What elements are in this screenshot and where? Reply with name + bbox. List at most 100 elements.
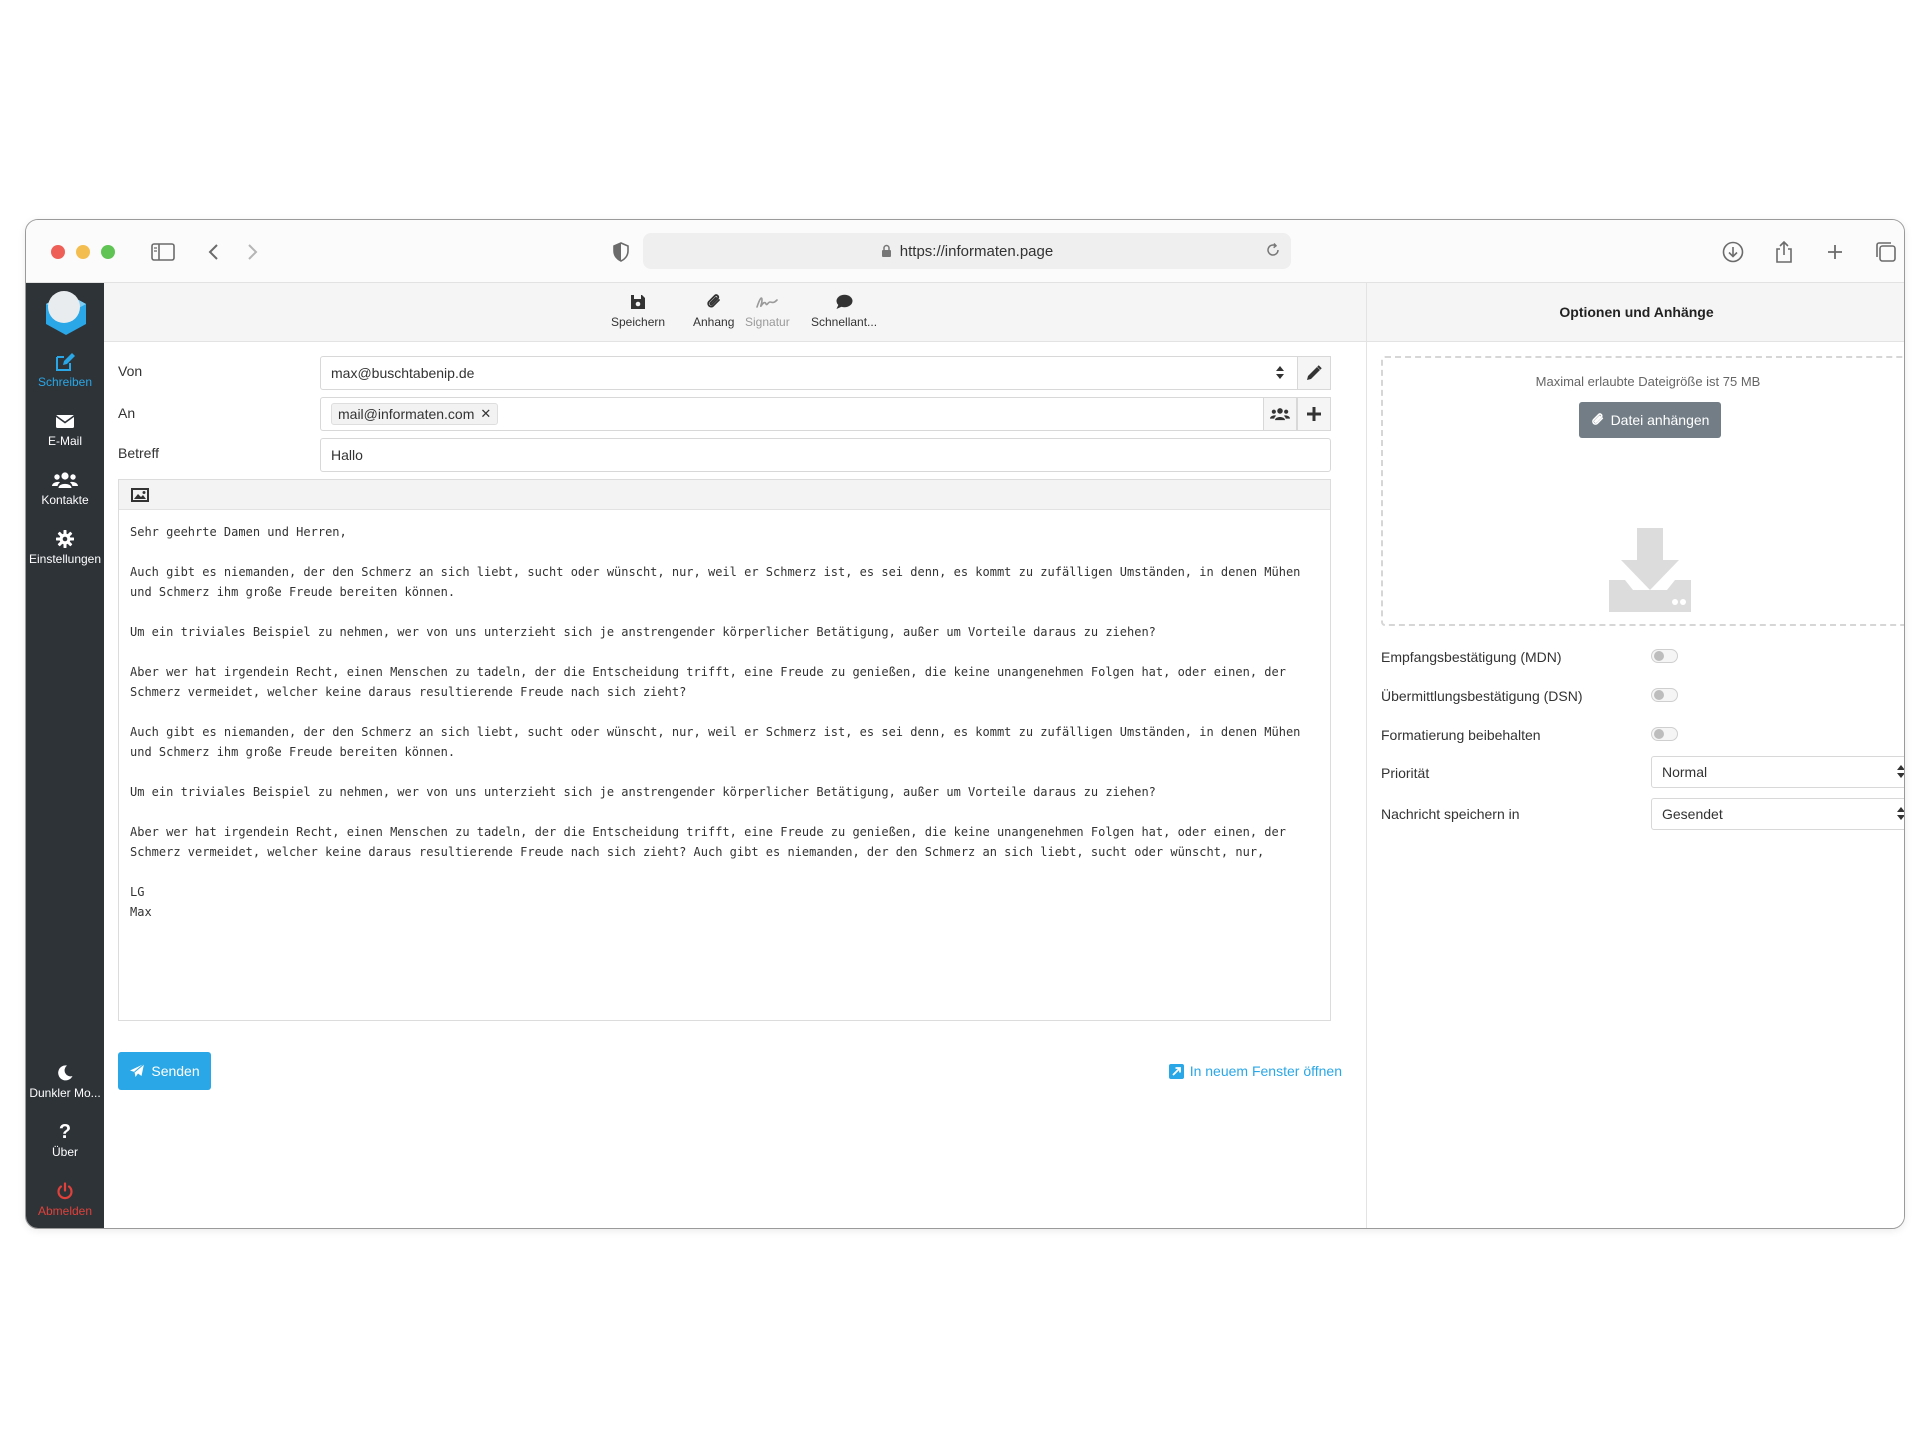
send-label: Senden [151, 1063, 200, 1079]
max-size-text: Maximal erlaubte Dateigröße ist 75 MB [1535, 374, 1761, 389]
recipient-chip[interactable]: mail@informaten.com ✕ [331, 403, 499, 425]
open-new-window-link[interactable]: In neuem Fenster öffnen [1168, 1063, 1342, 1079]
sidebar-item-dark-mode[interactable]: Dunkler Mo... [26, 1062, 104, 1118]
power-icon [56, 1180, 74, 1202]
body-paragraph: Sehr geehrte Damen und Herren, [130, 525, 347, 539]
compose-area: Speichern Anhang Signatur Schnellant... … [104, 283, 1366, 1228]
remove-recipient-icon[interactable]: ✕ [480, 406, 491, 422]
save-in-label: Nachricht speichern in [1381, 806, 1520, 822]
paperclip-icon [706, 291, 722, 313]
message-body[interactable]: Sehr geehrte Damen und Herren, Auch gibt… [119, 510, 1330, 934]
gear-icon [56, 528, 74, 550]
app-logo [40, 287, 92, 339]
toggle-knob [1654, 729, 1664, 739]
subject-value: Hallo [331, 447, 363, 463]
toggle-knob [1654, 690, 1664, 700]
body-paragraph: Aber wer hat irgendein Recht, einen Mens… [130, 825, 1286, 859]
from-value: max@buschtabenip.de [331, 365, 475, 381]
subject-label: Betreff [118, 445, 159, 461]
options-panel: Optionen und Anhänge Maximal erlaubte Da… [1366, 283, 1904, 1228]
attach-file-button[interactable]: Datei anhängen [1579, 402, 1721, 438]
pencil-icon [1306, 365, 1322, 381]
sidebar-item-label: Einstellungen [28, 552, 102, 566]
toggle-knob [1654, 651, 1664, 661]
sidebar-item-label: Kontakte [41, 493, 89, 507]
compose-toolbar: Speichern Anhang Signatur Schnellant... [104, 283, 1366, 342]
lock-icon [881, 244, 892, 258]
address-bar[interactable]: https://informaten.page [643, 233, 1291, 269]
download-arrow-icon [1607, 528, 1693, 619]
paperclip-icon [1591, 412, 1605, 428]
sidebar: Schreiben E-Mail Kontakte Einstellungen [26, 283, 104, 1228]
image-icon[interactable] [131, 487, 149, 502]
floppy-disk-icon [630, 291, 646, 313]
subject-input[interactable]: Hallo [320, 438, 1331, 472]
from-label: Von [118, 363, 143, 379]
share-icon[interactable] [1767, 235, 1801, 269]
attach-file-label: Datei anhängen [1610, 412, 1710, 428]
reload-icon[interactable] [1265, 242, 1281, 258]
sidebar-item-email[interactable]: E-Mail [26, 410, 104, 466]
save-button[interactable]: Speichern [611, 291, 665, 329]
message-editor[interactable]: Sehr geehrte Damen und Herren, Auch gibt… [118, 479, 1331, 1021]
body-closing: LG [130, 885, 145, 899]
sidebar-item-label: E-Mail [47, 434, 82, 448]
attachment-dropzone[interactable]: Maximal erlaubte Dateigröße ist 75 MB Da… [1381, 356, 1904, 626]
sidebar-item-label: Schreiben [37, 375, 93, 389]
body-paragraph: Auch gibt es niemanden, der den Schmerz … [130, 565, 1301, 599]
sidebar-item-einstellungen[interactable]: Einstellungen [26, 528, 104, 584]
minimize-window-button[interactable] [76, 245, 90, 259]
mdn-label: Empfangsbestätigung (MDN) [1381, 649, 1562, 665]
priority-value: Normal [1662, 764, 1708, 780]
close-window-button[interactable] [51, 245, 65, 259]
plus-icon [1307, 407, 1321, 421]
sidebar-item-logout[interactable]: Abmelden [26, 1180, 104, 1228]
signature-icon [756, 291, 779, 313]
compose-icon [54, 351, 76, 373]
speech-bubble-icon [835, 291, 853, 313]
shield-icon[interactable] [604, 235, 638, 269]
keep-format-toggle[interactable] [1651, 727, 1678, 741]
mdn-toggle[interactable] [1651, 649, 1678, 663]
dsn-toggle[interactable] [1651, 688, 1678, 702]
edit-sender-button[interactable] [1297, 356, 1331, 390]
browser-window: https://informaten.page Schreiben E-Mail… [25, 219, 1905, 1229]
sidebar-item-about[interactable]: ? Über [26, 1121, 104, 1177]
sidebar-toggle-icon[interactable] [146, 235, 180, 269]
from-select[interactable]: max@buschtabenip.de [320, 356, 1331, 390]
address-book-button[interactable] [1263, 397, 1297, 431]
attach-button[interactable]: Anhang [693, 291, 734, 329]
signature-button[interactable]: Signatur [745, 291, 790, 329]
select-arrows-icon [1897, 807, 1904, 820]
zoom-window-button[interactable] [101, 245, 115, 259]
add-recipient-button[interactable] [1297, 397, 1331, 431]
moon-icon [56, 1062, 74, 1084]
editor-toolbar [119, 480, 1330, 510]
dsn-label: Übermittlungsbestätigung (DSN) [1381, 688, 1583, 704]
sidebar-item-schreiben[interactable]: Schreiben [26, 351, 104, 407]
forward-icon[interactable] [236, 235, 270, 269]
body-paragraph: Aber wer hat irgendein Recht, einen Mens… [130, 665, 1286, 699]
download-icon[interactable] [1716, 235, 1750, 269]
signature-label: Signatur [745, 315, 790, 329]
new-tab-icon[interactable] [1818, 235, 1852, 269]
quick-reply-button[interactable]: Schnellant... [811, 291, 877, 329]
body-signature-name: Max [130, 905, 152, 919]
tab-overview-icon[interactable] [1869, 235, 1903, 269]
priority-select[interactable]: Normal [1651, 756, 1904, 788]
select-arrows-icon [1897, 765, 1904, 778]
external-link-icon [1168, 1063, 1184, 1079]
mail-app: Schreiben E-Mail Kontakte Einstellungen [26, 283, 1904, 1228]
envelope-icon [55, 410, 75, 432]
back-icon[interactable] [196, 235, 230, 269]
send-button[interactable]: Senden [118, 1052, 211, 1090]
options-title: Optionen und Anhänge [1367, 283, 1904, 342]
save-label: Speichern [611, 315, 666, 329]
sidebar-item-label: Über [51, 1145, 78, 1159]
recipient-email: mail@informaten.com [338, 406, 475, 422]
sidebar-item-kontakte[interactable]: Kontakte [26, 469, 104, 525]
save-in-select[interactable]: Gesendet [1651, 798, 1904, 830]
to-input[interactable]: mail@informaten.com ✕ [320, 397, 1331, 431]
open-new-window-label: In neuem Fenster öffnen [1189, 1063, 1342, 1079]
keep-format-label: Formatierung beibehalten [1381, 727, 1541, 743]
